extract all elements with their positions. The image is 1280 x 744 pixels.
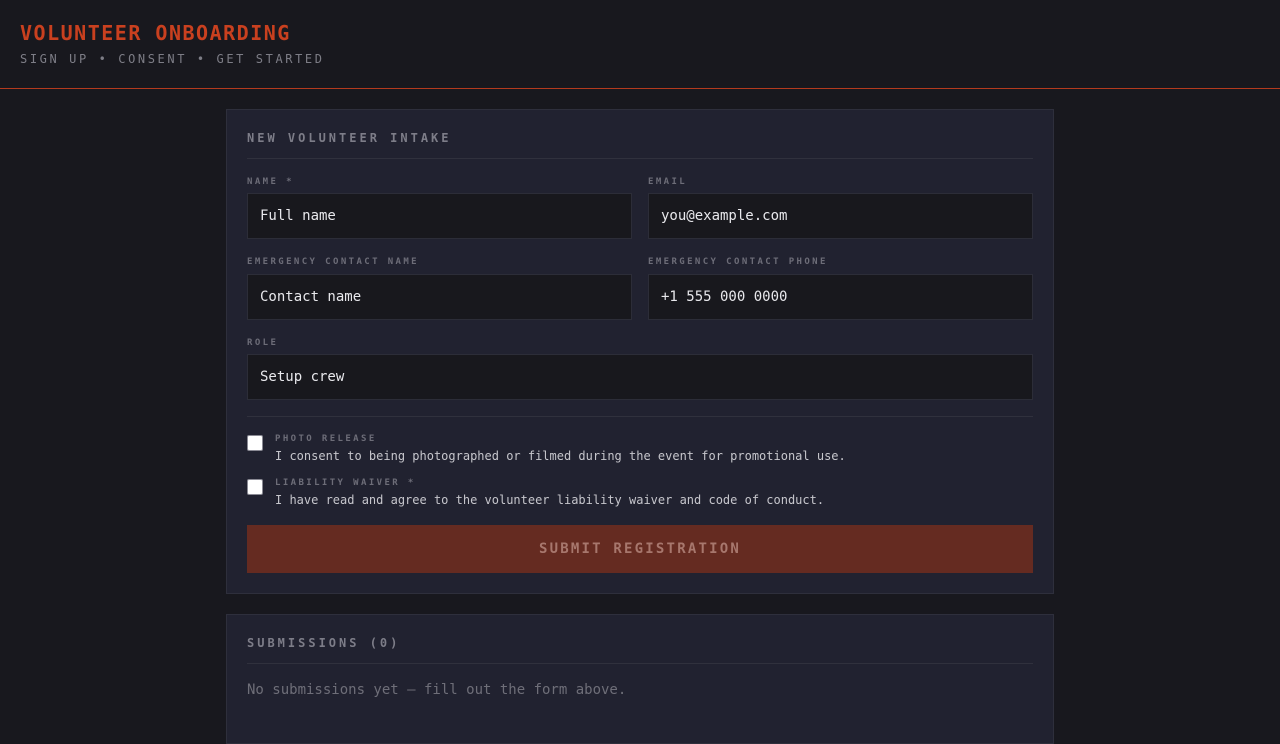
- intake-form-title: NEW VOLUNTEER INTAKE: [247, 131, 452, 145]
- photo-release-title: PHOTO RELEASE: [275, 434, 377, 444]
- role-input[interactable]: [247, 354, 1033, 400]
- intake-form-card: NEW VOLUNTEER INTAKE NAME * EMAIL EMERGE…: [226, 109, 1054, 594]
- email-label: EMAIL: [648, 177, 688, 187]
- liability-waiver-title: LIABILITY WAIVER *: [275, 478, 416, 488]
- role-label: ROLE: [247, 338, 279, 348]
- app-title: VOLUNTEER ONBOARDING: [20, 21, 291, 45]
- submit-registration-button[interactable]: SUBMIT REGISTRATION: [247, 525, 1033, 573]
- consent-divider: [247, 416, 1033, 417]
- photo-release-text: I consent to being photographed or filme…: [275, 449, 846, 463]
- app-header: VOLUNTEER ONBOARDING SIGN UP • CONSENT •…: [0, 0, 1280, 89]
- submissions-empty-message: No submissions yet — fill out the form a…: [247, 682, 627, 698]
- submissions-card: SUBMISSIONS (0) No submissions yet — fil…: [226, 614, 1054, 744]
- email-input[interactable]: [648, 193, 1033, 239]
- photo-release-checkbox[interactable]: [247, 435, 263, 451]
- emergency-contact-phone-input[interactable]: [648, 274, 1033, 320]
- liability-waiver-text: I have read and agree to the volunteer l…: [275, 493, 825, 507]
- submissions-title: SUBMISSIONS (0): [247, 636, 401, 650]
- intake-title-divider: [247, 158, 1033, 159]
- liability-waiver-checkbox[interactable]: [247, 479, 263, 495]
- emergency-contact-name-input[interactable]: [247, 274, 632, 320]
- name-input[interactable]: [247, 193, 632, 239]
- submissions-divider: [247, 663, 1033, 664]
- emergency-contact-phone-label: EMERGENCY CONTACT PHONE: [648, 257, 828, 267]
- app-subtitle: SIGN UP • CONSENT • GET STARTED: [20, 52, 325, 66]
- name-label: NAME *: [247, 177, 294, 187]
- emergency-contact-name-label: EMERGENCY CONTACT NAME: [247, 257, 420, 267]
